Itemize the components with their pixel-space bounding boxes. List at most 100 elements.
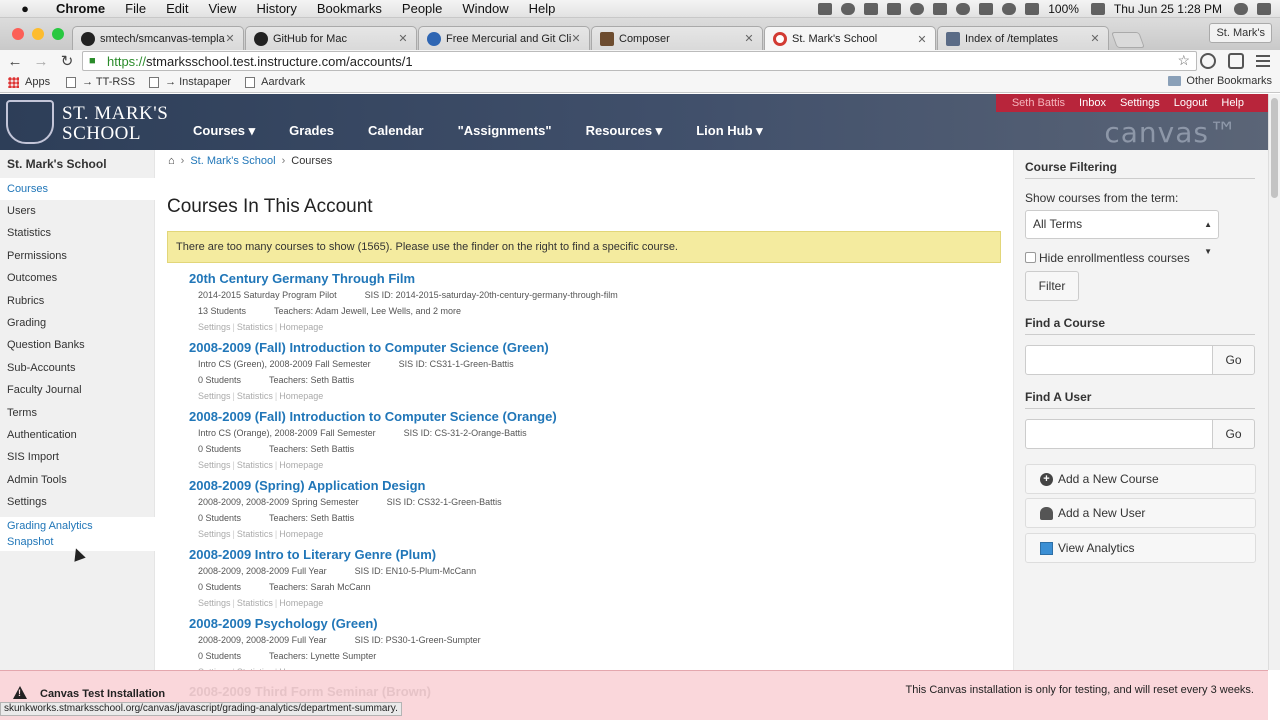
sidebar-item-faculty-journal[interactable]: Faculty Journal	[7, 384, 82, 396]
sidebar-item-outcomes[interactable]: Outcomes	[7, 272, 57, 284]
lion-crest-icon[interactable]	[6, 100, 54, 144]
sidebar-item-admin-tools[interactable]: Admin Tools	[7, 474, 67, 486]
wifi-icon[interactable]	[1002, 3, 1017, 15]
find-course-go-button[interactable]: Go	[1212, 345, 1255, 375]
sidebar-item-settings[interactable]: Settings	[7, 496, 47, 508]
bookmark-instapaper[interactable]: → Instapaper	[149, 76, 231, 88]
spotlight-icon[interactable]	[1234, 3, 1248, 15]
menu-view[interactable]: View	[208, 1, 236, 16]
find-user-input[interactable]	[1025, 419, 1213, 449]
menu-bookmarks[interactable]: Bookmarks	[317, 1, 382, 16]
minimize-window-icon[interactable]	[32, 28, 44, 40]
nav-calendar[interactable]: Calendar	[368, 123, 424, 139]
chrome-menu-icon[interactable]	[1256, 55, 1270, 67]
profile-button[interactable]: St. Mark's	[1209, 23, 1272, 43]
hide-enrollmentless-checkbox[interactable]	[1025, 252, 1036, 263]
course-statistics-link[interactable]: Statistics	[237, 529, 273, 539]
zoom-window-icon[interactable]	[52, 28, 64, 40]
course-homepage-link[interactable]: Homepage	[279, 460, 323, 470]
course-settings-link[interactable]: Settings	[198, 529, 231, 539]
course-statistics-link[interactable]: Statistics	[237, 598, 273, 608]
tab-sourcetree[interactable]: Free Mercurial and Git Clie ✕	[418, 26, 590, 50]
close-tab-icon[interactable]: ✕	[917, 33, 927, 46]
course-homepage-link[interactable]: Homepage	[279, 529, 323, 539]
sidebar-item-authentication[interactable]: Authentication	[7, 429, 77, 441]
forward-arrow-icon[interactable]: →	[30, 53, 52, 70]
menu-edit[interactable]: Edit	[166, 1, 188, 16]
menu-people[interactable]: People	[402, 1, 442, 16]
volume-icon[interactable]	[1025, 3, 1040, 15]
course-title-link[interactable]: 2008-2009 Intro to Literary Genre (Plum)	[189, 547, 989, 563]
course-title-link[interactable]: 2008-2009 (Spring) Application Design	[189, 478, 989, 494]
bookmark-star-icon[interactable]: ☆	[1177, 52, 1190, 69]
find-user-go-button[interactable]: Go	[1212, 419, 1255, 449]
close-tab-icon[interactable]: ✕	[744, 32, 754, 45]
tab-smcanvas-templates[interactable]: smtech/smcanvas-templat ✕	[72, 26, 244, 50]
apple-menu-icon[interactable]: ●	[16, 1, 34, 16]
sidebar-item-grading[interactable]: Grading	[7, 317, 46, 329]
tab-composer[interactable]: Composer ✕	[591, 26, 763, 50]
menu-help[interactable]: Help	[529, 1, 556, 16]
filter-button[interactable]: Filter	[1025, 271, 1079, 301]
bluetooth-icon[interactable]	[979, 3, 994, 15]
extension-1password-icon[interactable]	[1200, 53, 1216, 69]
school-logo[interactable]: ST. MARK'S SCHOOL	[62, 104, 168, 144]
course-title-link[interactable]: 2008-2009 (Fall) Introduction to Compute…	[189, 409, 989, 425]
close-tab-icon[interactable]: ✕	[571, 32, 581, 45]
settings-link[interactable]: Settings	[1120, 97, 1160, 109]
course-settings-link[interactable]: Settings	[198, 598, 231, 608]
sidebar-item-rubrics[interactable]: Rubrics	[7, 295, 44, 307]
sidebar-item-permissions[interactable]: Permissions	[7, 250, 67, 262]
course-statistics-link[interactable]: Statistics	[237, 460, 273, 470]
info-icon[interactable]	[910, 3, 925, 15]
course-statistics-link[interactable]: Statistics	[237, 391, 273, 401]
page-scrollbar[interactable]	[1268, 94, 1280, 670]
menubar-clock[interactable]: Thu Jun 25 1:28 PM	[1114, 2, 1222, 16]
tab-github-for-mac[interactable]: GitHub for Mac ✕	[245, 26, 417, 50]
airplay-icon[interactable]	[818, 3, 833, 15]
time-machine-icon[interactable]	[956, 3, 971, 15]
course-title-link[interactable]: 2008-2009 (Fall) Introduction to Compute…	[189, 340, 989, 356]
menu-file[interactable]: File	[125, 1, 146, 16]
battery-percent[interactable]: 100%	[1048, 2, 1079, 16]
bookmark-aardvark[interactable]: Aardvark	[245, 76, 305, 88]
course-homepage-link[interactable]: Homepage	[279, 598, 323, 608]
help-link[interactable]: Help	[1221, 97, 1244, 109]
notification-center-icon[interactable]	[1257, 3, 1271, 15]
lock-icon[interactable]	[933, 3, 948, 15]
term-select[interactable]: All Terms ▲ ▼	[1025, 210, 1219, 256]
nav-assignments[interactable]: "Assignments"	[458, 123, 552, 139]
home-icon[interactable]: ⌂	[168, 155, 175, 167]
add-user-button[interactable]: Add a New User	[1025, 498, 1256, 528]
tab-index-of-templates[interactable]: Index of /templates ✕	[937, 26, 1109, 50]
user-name-link[interactable]: Seth Battis	[1012, 97, 1065, 109]
course-title-link[interactable]: 2008-2009 Psychology (Green)	[189, 616, 989, 632]
dropbox-icon[interactable]	[864, 3, 879, 15]
course-title-link[interactable]: 20th Century Germany Through Film	[189, 271, 989, 287]
add-course-button[interactable]: + Add a New Course	[1025, 464, 1256, 494]
sidebar-item-question-banks[interactable]: Question Banks	[7, 339, 85, 351]
menu-window[interactable]: Window	[462, 1, 508, 16]
close-window-icon[interactable]	[12, 28, 24, 40]
tab-st-marks-school[interactable]: St. Mark's School ✕	[764, 26, 936, 51]
new-tab-button[interactable]	[1111, 32, 1145, 48]
view-analytics-button[interactable]: View Analytics	[1025, 533, 1256, 563]
course-homepage-link[interactable]: Homepage	[279, 391, 323, 401]
close-tab-icon[interactable]: ✕	[225, 32, 235, 45]
find-course-input[interactable]	[1025, 345, 1213, 375]
inbox-link[interactable]: Inbox	[1079, 97, 1106, 109]
battery-icon[interactable]	[1090, 3, 1105, 15]
sidebar-item-grading-analytics[interactable]: Grading Analytics Snapshot	[0, 517, 155, 551]
sidebar-item-sis-import[interactable]: SIS Import	[7, 451, 59, 463]
nav-grades[interactable]: Grades	[289, 123, 334, 139]
sidebar-item-sub-accounts[interactable]: Sub-Accounts	[7, 362, 75, 374]
scrollbar-thumb[interactable]	[1271, 98, 1278, 198]
close-tab-icon[interactable]: ✕	[398, 32, 408, 45]
sidebar-item-terms[interactable]: Terms	[7, 407, 37, 419]
menu-app-name[interactable]: Chrome	[56, 1, 105, 16]
nav-resources[interactable]: Resources ▾	[586, 123, 663, 139]
bookmark-tt-rss[interactable]: → TT-RSS	[66, 76, 135, 88]
sidebar-item-courses[interactable]: Courses	[0, 178, 155, 200]
bookmark-apps[interactable]: Apps	[8, 76, 50, 88]
reload-icon[interactable]: ↻	[56, 52, 78, 70]
